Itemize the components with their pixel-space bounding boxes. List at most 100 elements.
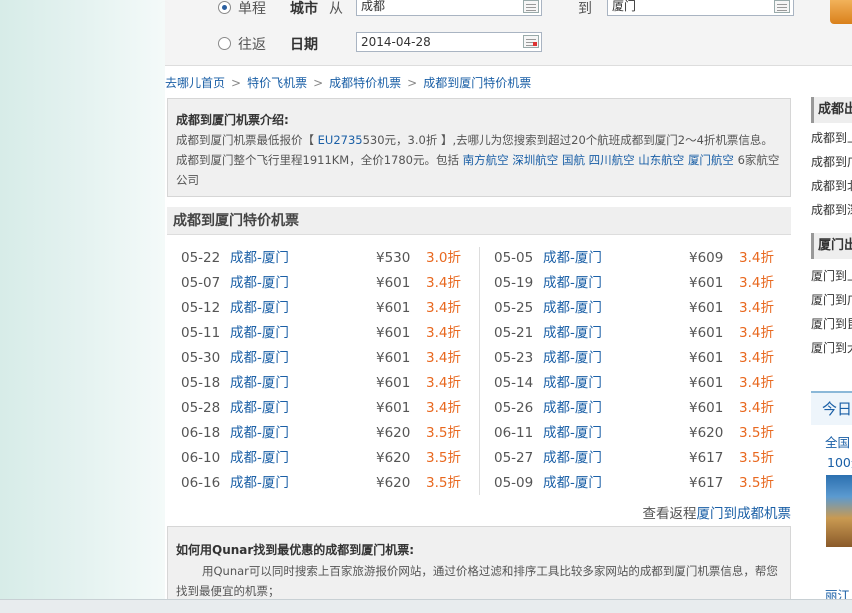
airline-link[interactable]: 厦门航空 [688,153,734,167]
deal-price: ¥601 [376,400,411,416]
from-city-dropdown-icon[interactable] [523,0,539,13]
deal-discount: 3.4折 [426,275,461,291]
breadcrumb-home[interactable]: 去哪儿首页 [165,76,225,90]
deal-route-link[interactable]: 成都-厦门 [543,421,602,446]
deal-discount: 3.4折 [426,375,461,391]
deals-list-left: 05-22 成都-厦门 ¥530 3.0折 05-07 成都-厦门 ¥601 3.4折 05-1… [181,246,481,496]
to-label: 到 [578,1,592,17]
deal-route-link[interactable]: 成都-厦门 [230,371,289,396]
deal-date: 05-09 [494,475,534,491]
deal-date: 05-12 [181,300,221,316]
roundtrip-label[interactable]: 往返 [238,34,266,54]
to-city-input[interactable]: 厦门 [607,0,794,16]
deal-date: 05-30 [181,350,221,366]
return-prefix: 查看返程 [642,506,697,522]
deal-route-link[interactable]: 成都-厦门 [543,271,602,296]
deal-price: ¥620 [376,475,411,491]
deal-route-link[interactable]: 成都-厦门 [543,371,602,396]
breadcrumb-chengdu[interactable]: 成都特价机票 [329,76,401,90]
deal-row: 06-16 成都-厦门 ¥620 3.5折 [181,471,481,496]
deal-date: 05-21 [494,325,534,341]
airline-link[interactable]: 国航 [562,153,585,167]
roundtrip-radio[interactable] [218,37,231,50]
deal-price: ¥609 [689,250,724,266]
oneway-label[interactable]: 单程 [238,0,266,18]
deal-route-link[interactable]: 成都-厦门 [543,321,602,346]
deal-row: 05-09 成都-厦门 ¥617 3.5折 [494,471,794,496]
deal-route-link[interactable]: 成都-厦门 [230,271,289,296]
sidebar-link[interactable]: 厦门到广 [811,288,852,312]
deal-route-link[interactable]: 成都-厦门 [543,346,602,371]
airline-link[interactable]: 深圳航空 [512,153,558,167]
deal-row: 06-11 成都-厦门 ¥620 3.5折 [494,421,794,446]
breadcrumb-separator: > [407,76,418,90]
airline-link[interactable]: 四川航空 [589,153,635,167]
deal-route-link[interactable]: 成都-厦门 [230,296,289,321]
today-title: 今日 [811,393,852,425]
from-city-input[interactable]: 成都 [356,0,542,16]
deal-date: 05-22 [181,250,221,266]
promo-image[interactable] [826,475,852,547]
to-city-dropdown-icon[interactable] [774,0,790,13]
calendar-icon[interactable] [523,35,539,48]
deal-route-link[interactable]: 成都-厦门 [230,321,289,346]
date-input[interactable]: 2014-04-28 [356,32,542,52]
sidebar-link[interactable]: 厦门到上 [811,264,852,288]
today-link[interactable]: 全国 [811,433,852,453]
deal-route-link[interactable]: 成都-厦门 [543,396,602,421]
deal-route-link[interactable]: 成都-厦门 [230,421,289,446]
deal-discount: 3.4折 [739,300,774,316]
deal-route-link[interactable]: 成都-厦门 [230,246,289,271]
deal-price: ¥601 [689,275,724,291]
deal-row: 06-18 成都-厦门 ¥620 3.5折 [181,421,481,446]
deal-discount: 3.5折 [426,450,461,466]
deal-price: ¥601 [376,325,411,341]
deal-discount: 3.4折 [739,400,774,416]
airline-link[interactable]: 山东航空 [638,153,684,167]
column-divider [479,247,480,495]
deal-route-link[interactable]: 成都-厦门 [230,396,289,421]
today-price[interactable]: 100元 [811,453,852,473]
deal-discount: 3.0折 [426,250,461,266]
deal-price: ¥601 [376,275,411,291]
deal-price: ¥617 [689,475,724,491]
deal-route-link[interactable]: 成都-厦门 [543,446,602,471]
deal-route-link[interactable]: 成都-厦门 [543,246,602,271]
deal-row: 05-12 成都-厦门 ¥601 3.4折 [181,296,481,321]
deal-price: ¥601 [689,375,724,391]
search-button[interactable] [830,0,852,24]
intro-text-a: 成都到厦门机票最低报价【 [176,133,318,147]
deal-date: 05-28 [181,400,221,416]
sidebar-link[interactable]: 成都到上 [811,126,852,150]
deal-price: ¥530 [376,250,411,266]
deal-price: ¥601 [376,375,411,391]
from-label: 从 [329,1,343,17]
deal-discount: 3.4折 [426,350,461,366]
return-flight-link[interactable]: 厦门到成都机票 [697,506,792,522]
oneway-radio[interactable] [218,1,231,14]
deal-date: 05-05 [494,250,534,266]
deal-route-link[interactable]: 成都-厦门 [230,446,289,471]
airline-link[interactable]: 南方航空 [463,153,509,167]
breadcrumb-cheap-flights[interactable]: 特价飞机票 [247,76,307,90]
deal-price: ¥601 [376,300,411,316]
deal-route-link[interactable]: 成都-厦门 [230,346,289,371]
sidebar-link[interactable]: 成都到深 [811,198,852,222]
sidebar-link[interactable]: 成都到北 [811,174,852,198]
deal-route-link[interactable]: 成都-厦门 [543,471,602,496]
sidebar-link[interactable]: 厦门到大 [811,336,852,360]
route-intro-box: 成都到厦门机票介绍: 成都到厦门机票最低报价【 EU2735530元，3.0折 … [167,98,791,197]
deal-route-link[interactable]: 成都-厦门 [543,296,602,321]
sidebar-link[interactable]: 成都到广 [811,150,852,174]
deal-date: 05-11 [181,325,221,341]
deal-row: 05-22 成都-厦门 ¥530 3.0折 [181,246,481,271]
deal-price: ¥620 [376,425,411,441]
sidebar-link[interactable]: 厦门到昆 [811,312,852,336]
deal-route-link[interactable]: 成都-厦门 [230,471,289,496]
intro-title: 成都到厦门机票介绍: [176,113,289,127]
deal-discount: 3.4折 [739,325,774,341]
flight-code-link[interactable]: EU2735 [318,133,363,147]
breadcrumb-current[interactable]: 成都到厦门特价机票 [423,76,531,90]
deal-row: 05-18 成都-厦门 ¥601 3.4折 [181,371,481,396]
deal-discount: 3.4折 [739,250,774,266]
